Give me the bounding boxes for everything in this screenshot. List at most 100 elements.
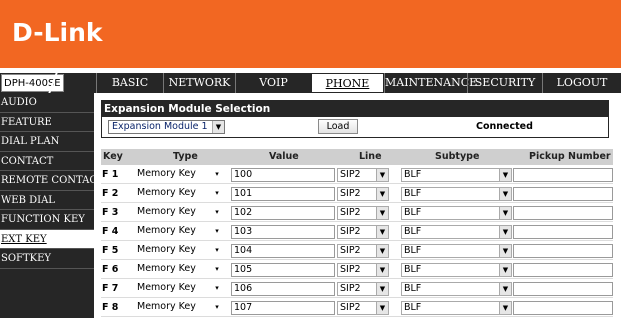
chevron-down-icon[interactable]: ▼ <box>376 264 388 276</box>
chevron-down-icon[interactable]: ▾ <box>211 263 223 275</box>
type-select[interactable]: Memory Key ▾ <box>135 244 225 258</box>
chevron-down-icon[interactable]: ▼ <box>376 226 388 238</box>
subtype-select[interactable]: BLF ▼ <box>401 282 512 296</box>
pickup-number-input[interactable] <box>513 225 613 239</box>
sidebar-item-dial-plan[interactable]: DIAL PLAN <box>0 132 94 152</box>
chevron-down-icon[interactable]: ▼ <box>499 264 511 276</box>
sidebar-item-contact[interactable]: CONTACT <box>0 152 94 171</box>
line-select[interactable]: SIP2 ▼ <box>337 301 389 315</box>
table-row: F 7 Memory Key ▾ 106 SIP2 ▼ BLF ▼ <box>101 281 613 298</box>
chevron-down-icon[interactable]: ▾ <box>211 301 223 313</box>
chevron-down-icon[interactable]: ▼ <box>499 245 511 257</box>
pickup-number-input[interactable] <box>513 263 613 277</box>
chevron-down-icon[interactable]: ▾ <box>211 168 223 180</box>
subtype-select[interactable]: BLF ▼ <box>401 206 512 220</box>
key-label: F 1 <box>102 169 119 180</box>
value-input[interactable]: 107 <box>231 301 335 315</box>
tab-voip[interactable]: VOIP <box>235 73 311 93</box>
type-select[interactable]: Memory Key ▾ <box>135 168 225 182</box>
line-select[interactable]: SIP2 ▼ <box>337 225 389 239</box>
chevron-down-icon[interactable]: ▾ <box>211 206 223 218</box>
pickup-number-input[interactable] <box>513 301 613 315</box>
table-row: F 1 Memory Key ▾ 100 SIP2 ▼ BLF ▼ <box>101 167 613 184</box>
value-input[interactable]: 101 <box>231 187 335 201</box>
value-input[interactable]: 105 <box>231 263 335 277</box>
line-value: SIP2 <box>340 283 361 294</box>
chevron-down-icon[interactable]: ▾ <box>211 187 223 199</box>
chevron-down-icon[interactable]: ▾ <box>211 225 223 237</box>
line-select[interactable]: SIP2 ▼ <box>337 244 389 258</box>
line-select[interactable]: SIP2 ▼ <box>337 187 389 201</box>
subtype-select[interactable]: BLF ▼ <box>401 301 512 315</box>
subtype-select[interactable]: BLF ▼ <box>401 168 512 182</box>
tab-network[interactable]: NETWORK <box>163 73 235 93</box>
sidebar-item-web-dial[interactable]: WEB DIAL <box>0 191 94 210</box>
line-select[interactable]: SIP2 ▼ <box>337 168 389 182</box>
sidebar-item-softkey[interactable]: SOFTKEY <box>0 249 94 269</box>
subtype-select[interactable]: BLF ▼ <box>401 244 512 258</box>
tab-phone[interactable]: PHONE <box>311 73 384 93</box>
value-input[interactable]: 104 <box>231 244 335 258</box>
chevron-down-icon[interactable]: ▼ <box>499 302 511 314</box>
pickup-number-input[interactable] <box>513 282 613 296</box>
sidebar-item-remote-contact[interactable]: REMOTE CONTACT <box>0 171 94 191</box>
main-content: Expansion Module Selection Expansion Mod… <box>94 93 621 318</box>
type-select[interactable]: Memory Key ▾ <box>135 225 225 239</box>
table-row: F 6 Memory Key ▾ 105 SIP2 ▼ BLF ▼ <box>101 262 613 279</box>
sidebar-item-feature[interactable]: FEATURE <box>0 113 94 132</box>
chevron-down-icon[interactable]: ▼ <box>376 283 388 295</box>
type-select[interactable]: Memory Key ▾ <box>135 301 225 315</box>
type-select[interactable]: Memory Key ▾ <box>135 263 225 277</box>
chevron-down-icon[interactable]: ▼ <box>376 245 388 257</box>
load-button[interactable]: Load <box>318 119 358 134</box>
chevron-down-icon[interactable]: ▾ <box>211 282 223 294</box>
pickup-number-input[interactable] <box>513 187 613 201</box>
tab-maintenance[interactable]: MAINTENANCE <box>384 73 477 93</box>
subtype-value: BLF <box>404 283 422 294</box>
tab-security[interactable]: SECURITY <box>467 73 542 93</box>
value-text: 104 <box>234 245 253 256</box>
type-select[interactable]: Memory Key ▾ <box>135 282 225 296</box>
sidebar: AUDIO FEATURE DIAL PLAN CONTACT REMOTE C… <box>0 93 94 318</box>
tab-basic[interactable]: BASIC <box>96 73 163 93</box>
chevron-down-icon[interactable]: ▼ <box>499 188 511 200</box>
value-text: 107 <box>234 302 253 313</box>
value-input[interactable]: 106 <box>231 282 335 296</box>
key-label: F 2 <box>102 188 119 199</box>
sidebar-item-ext-key[interactable]: EXT KEY <box>0 229 94 249</box>
tab-logout[interactable]: LOGOUT <box>542 73 621 93</box>
chevron-down-icon[interactable]: ▼ <box>499 169 511 181</box>
line-value: SIP2 <box>340 264 361 275</box>
chevron-down-icon[interactable]: ▾ <box>211 244 223 256</box>
subtype-select[interactable]: BLF ▼ <box>401 225 512 239</box>
module-select[interactable]: Expansion Module 1 ▼ <box>108 120 225 134</box>
chevron-down-icon[interactable]: ▼ <box>376 188 388 200</box>
chevron-down-icon[interactable]: ▼ <box>499 207 511 219</box>
line-select[interactable]: SIP2 ▼ <box>337 263 389 277</box>
chevron-down-icon[interactable]: ▼ <box>376 169 388 181</box>
line-select[interactable]: SIP2 ▼ <box>337 206 389 220</box>
chevron-down-icon[interactable]: ▼ <box>212 121 224 133</box>
pickup-number-input[interactable] <box>513 168 613 182</box>
subtype-select[interactable]: BLF ▼ <box>401 263 512 277</box>
type-value: Memory Key <box>137 187 196 198</box>
chevron-down-icon[interactable]: ▼ <box>499 283 511 295</box>
subtype-value: BLF <box>404 302 422 313</box>
value-input[interactable]: 100 <box>231 168 335 182</box>
type-select[interactable]: Memory Key ▾ <box>135 206 225 220</box>
type-select[interactable]: Memory Key ▾ <box>135 187 225 201</box>
sidebar-item-function-key[interactable]: FUNCTION KEY <box>0 210 94 230</box>
pickup-number-input[interactable] <box>513 244 613 258</box>
key-label: F 3 <box>102 207 119 218</box>
value-text: 106 <box>234 283 253 294</box>
value-input[interactable]: 102 <box>231 206 335 220</box>
subtype-select[interactable]: BLF ▼ <box>401 187 512 201</box>
value-input[interactable]: 103 <box>231 225 335 239</box>
sidebar-item-audio[interactable]: AUDIO <box>0 93 94 113</box>
pickup-number-input[interactable] <box>513 206 613 220</box>
chevron-down-icon[interactable]: ▼ <box>499 226 511 238</box>
chevron-down-icon[interactable]: ▼ <box>376 207 388 219</box>
line-select[interactable]: SIP2 ▼ <box>337 282 389 296</box>
module-select-value: Expansion Module 1 <box>112 121 208 132</box>
chevron-down-icon[interactable]: ▼ <box>376 302 388 314</box>
